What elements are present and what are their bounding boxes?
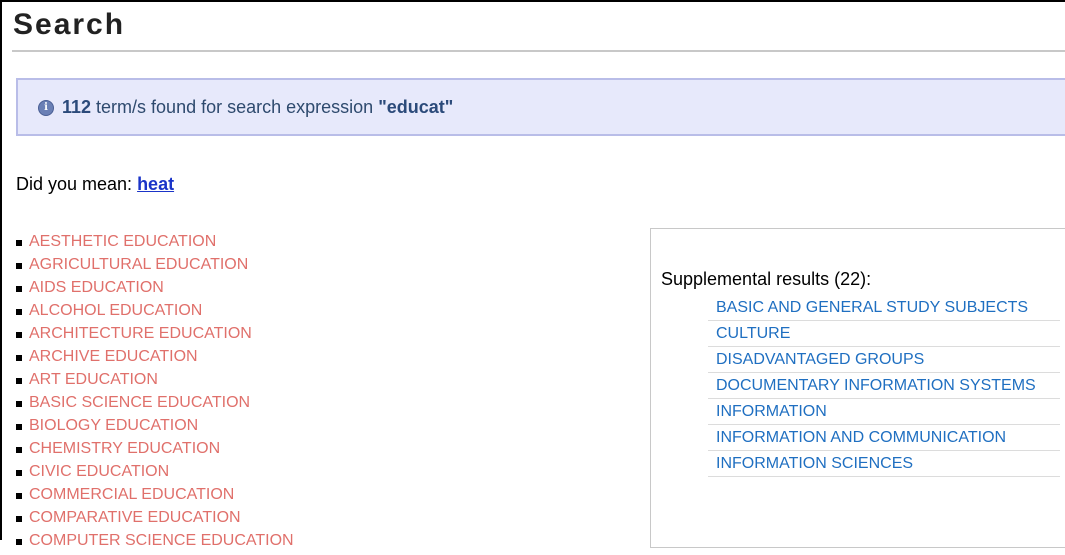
supplemental-results-panel: Supplemental results (22): BASIC AND GEN… <box>650 228 1065 548</box>
supplemental-list-item: INFORMATION AND COMMUNICATION <box>708 425 1060 451</box>
term-link[interactable]: ART EDUCATION <box>29 371 158 388</box>
supplemental-list-item: INFORMATION SCIENCES <box>708 451 1060 477</box>
bullet-icon <box>16 378 22 384</box>
bullet-icon <box>16 286 22 292</box>
results-info-box: i 112 term/s found for search expression… <box>16 78 1065 136</box>
bullet-icon <box>16 332 22 338</box>
title-divider <box>12 50 1065 52</box>
bullet-icon <box>16 424 22 430</box>
search-expression: "educat" <box>378 97 454 117</box>
did-you-mean-label: Did you mean: <box>16 174 138 194</box>
bullet-icon <box>16 493 22 499</box>
supplemental-link[interactable]: DISADVANTAGED GROUPS <box>716 351 924 368</box>
results-info-text: 112 term/s found for search expression "… <box>62 97 453 118</box>
term-list-item: ARCHITECTURE EDUCATION <box>16 325 294 348</box>
term-link[interactable]: AIDS EDUCATION <box>29 279 164 296</box>
term-list-item: BASIC SCIENCE EDUCATION <box>16 394 294 417</box>
supplemental-link[interactable]: BASIC AND GENERAL STUDY SUBJECTS <box>716 299 1028 316</box>
term-list-item: ARCHIVE EDUCATION <box>16 348 294 371</box>
result-count: 112 <box>62 97 92 117</box>
term-link[interactable]: AESTHETIC EDUCATION <box>29 233 216 250</box>
term-link[interactable]: AGRICULTURAL EDUCATION <box>29 256 248 273</box>
info-circle-icon: i <box>38 100 54 116</box>
term-list-item: CHEMISTRY EDUCATION <box>16 440 294 463</box>
term-link[interactable]: BASIC SCIENCE EDUCATION <box>29 394 250 411</box>
term-link[interactable]: ARCHITECTURE EDUCATION <box>29 325 252 342</box>
term-link[interactable]: CHEMISTRY EDUCATION <box>29 440 220 457</box>
term-link[interactable]: COMPUTER SCIENCE EDUCATION <box>29 532 294 549</box>
term-list-item: COMPUTER SCIENCE EDUCATION <box>16 532 294 555</box>
bullet-icon <box>16 516 22 522</box>
supplemental-link[interactable]: DOCUMENTARY INFORMATION SYSTEMS <box>716 377 1036 394</box>
supplemental-list-item: DOCUMENTARY INFORMATION SYSTEMS <box>708 373 1060 399</box>
term-link[interactable]: CIVIC EDUCATION <box>29 463 169 480</box>
page-title: Search <box>13 8 126 41</box>
term-link[interactable]: COMMERCIAL EDUCATION <box>29 486 234 503</box>
term-link[interactable]: BIOLOGY EDUCATION <box>29 417 198 434</box>
term-list-item: ALCOHOL EDUCATION <box>16 302 294 325</box>
term-list-item: AESTHETIC EDUCATION <box>16 233 294 256</box>
term-list-item: COMPARATIVE EDUCATION <box>16 509 294 532</box>
bullet-icon <box>16 309 22 315</box>
bullet-icon <box>16 470 22 476</box>
term-results-list: AESTHETIC EDUCATION AGRICULTURAL EDUCATIO… <box>16 233 294 555</box>
term-list-item: CIVIC EDUCATION <box>16 463 294 486</box>
bullet-icon <box>16 355 22 361</box>
supplemental-results-list: BASIC AND GENERAL STUDY SUBJECTS CULTURE D… <box>708 295 1060 477</box>
term-link[interactable]: ALCOHOL EDUCATION <box>29 302 202 319</box>
supplemental-list-item: CULTURE <box>708 321 1060 347</box>
term-link[interactable]: ARCHIVE EDUCATION <box>29 348 198 365</box>
term-list-item: ART EDUCATION <box>16 371 294 394</box>
bullet-icon <box>16 401 22 407</box>
supplemental-list-item: DISADVANTAGED GROUPS <box>708 347 1060 373</box>
supplemental-link[interactable]: INFORMATION SCIENCES <box>716 455 913 472</box>
supplemental-results-title: Supplemental results (22): <box>661 269 872 289</box>
did-you-mean: Did you mean: heat <box>16 174 174 195</box>
bullet-icon <box>16 447 22 453</box>
result-count-text: term/s found for search expression <box>91 97 379 117</box>
supplemental-list-item: BASIC AND GENERAL STUDY SUBJECTS <box>708 295 1060 321</box>
term-link[interactable]: COMPARATIVE EDUCATION <box>29 509 241 526</box>
term-list-item: AIDS EDUCATION <box>16 279 294 302</box>
term-list-item: AGRICULTURAL EDUCATION <box>16 256 294 279</box>
supplemental-link[interactable]: INFORMATION AND COMMUNICATION <box>716 429 1006 446</box>
supplemental-list-item: INFORMATION <box>708 399 1060 425</box>
supplemental-link[interactable]: INFORMATION <box>716 403 827 420</box>
supplemental-link[interactable]: CULTURE <box>716 325 790 342</box>
term-list-item: COMMERCIAL EDUCATION <box>16 486 294 509</box>
bullet-icon <box>16 263 22 269</box>
bullet-icon <box>16 240 22 246</box>
term-list-item: BIOLOGY EDUCATION <box>16 417 294 440</box>
suggestion-link[interactable]: heat <box>137 174 174 194</box>
